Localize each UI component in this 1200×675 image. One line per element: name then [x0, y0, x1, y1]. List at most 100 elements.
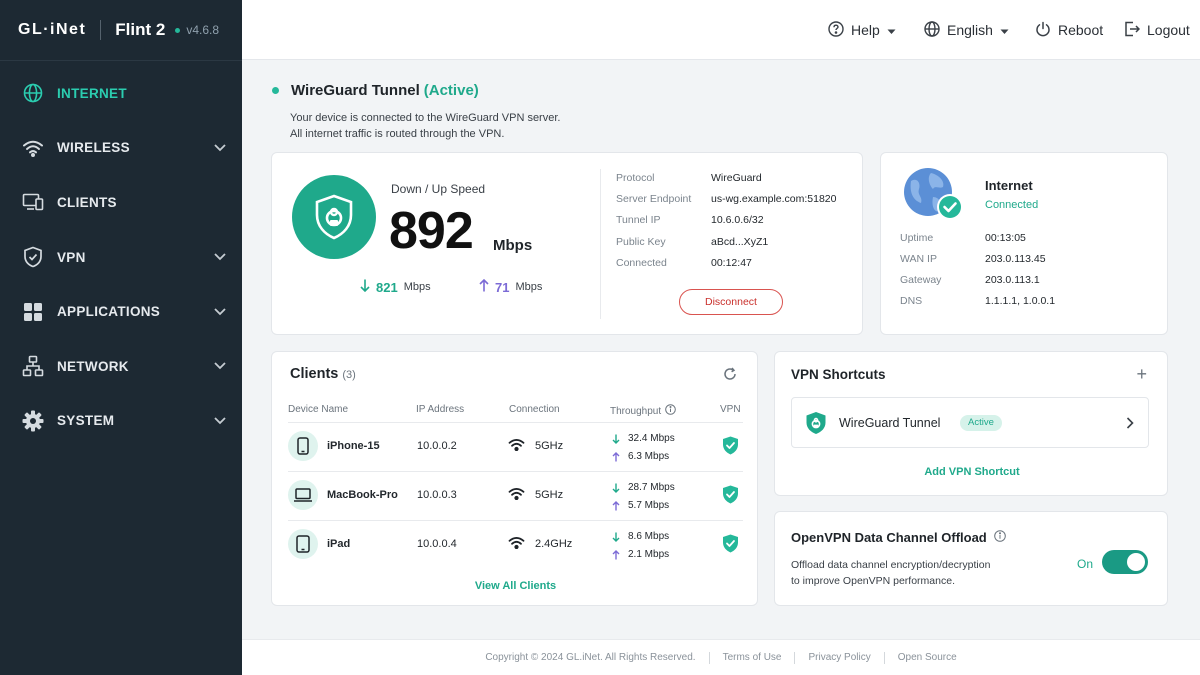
sidebar-item-internet[interactable]: INTERNET: [0, 66, 242, 121]
chevron-down-icon: [214, 303, 226, 321]
globe-icon: [22, 82, 44, 104]
shortcut-name: WireGuard Tunnel: [839, 416, 941, 430]
vpn-shield-check-icon: [722, 485, 739, 509]
internet-card: Internet Connected Uptime 00:13:05 WAN I…: [880, 152, 1168, 335]
help-icon: [828, 20, 844, 40]
speed-value: 892: [389, 202, 474, 260]
client-ip: 10.0.0.2: [417, 440, 457, 452]
sidebar-item-label: INTERNET: [57, 85, 127, 101]
globe-icon: [924, 20, 940, 40]
internet-title: Internet: [985, 178, 1033, 193]
wifi-icon: [508, 487, 525, 505]
download-unit: Mbps: [403, 281, 431, 293]
disconnect-button[interactable]: Disconnect: [679, 289, 783, 315]
sidebar-item-clients[interactable]: CLIENTS: [0, 175, 242, 230]
throughput-down-value: 32.4 Mbps: [628, 433, 675, 444]
detail-label: Server Endpoint: [616, 193, 692, 205]
chevron-down-icon: [214, 357, 226, 375]
ovpn-desc-line: Offload data channel encryption/decrypti…: [791, 559, 991, 571]
tablet-icon: [288, 529, 318, 559]
throughput-down-value: 28.7 Mbps: [628, 482, 675, 493]
detail-value: 203.0.113.45: [985, 253, 1046, 265]
detail-label: DNS: [900, 295, 923, 307]
sidebar-item-vpn[interactable]: VPN: [0, 230, 242, 285]
view-all-clients-link[interactable]: View All Clients: [272, 580, 759, 592]
detail-label: Gateway: [900, 274, 942, 286]
detail-label: Connected: [616, 257, 667, 269]
refresh-icon[interactable]: [723, 367, 737, 386]
network-icon: [22, 355, 44, 377]
upload-value: 71: [495, 279, 510, 295]
vpn-shortcuts-card: VPN Shortcuts + WireGuard Tunnel Active …: [774, 351, 1168, 496]
ovpn-description: Offload data channel encryption/decrypti…: [791, 557, 1031, 589]
column-header: Device Name: [288, 404, 349, 415]
table-row[interactable]: iPhone-15 10.0.0.2 5GHz 32.4 Mbps 6.3 Mb…: [272, 422, 759, 471]
add-icon[interactable]: +: [1136, 365, 1147, 383]
sidebar-item-label: VPN: [57, 249, 86, 265]
toggle-knob: [1127, 553, 1145, 571]
wifi-icon: [508, 438, 525, 456]
clients-card: Clients (3) Device Name IP Address Connec…: [271, 351, 758, 606]
throughput-down: 32.4 Mbps: [612, 430, 675, 448]
toggle-state-label: On: [1077, 557, 1094, 571]
help-menu[interactable]: Help: [828, 0, 896, 60]
table-row[interactable]: MacBook-Pro 10.0.0.3 5GHz 28.7 Mbps 5.7 …: [272, 471, 759, 520]
sidebar-item-label: APPLICATIONS: [57, 304, 161, 320]
devices-icon: [22, 191, 44, 213]
version-dot: [175, 27, 181, 33]
open-source-link[interactable]: Open Source: [898, 652, 957, 663]
footer: Copyright © 2024 GL.iNet. All Rights Res…: [242, 639, 1200, 675]
throughput-up-value: 5.7 Mbps: [628, 500, 670, 511]
logout-icon: [1124, 21, 1141, 40]
internet-status: Connected: [985, 199, 1039, 211]
detail-value: 00:12:47: [711, 257, 752, 269]
privacy-link[interactable]: Privacy Policy: [808, 652, 870, 663]
throughput-up: 6.3 Mbps: [612, 448, 675, 466]
info-icon[interactable]: [665, 404, 676, 418]
shortcut-item-wireguard[interactable]: WireGuard Tunnel Active: [791, 397, 1149, 448]
detail-value: WireGuard: [711, 172, 762, 184]
topbar: Help English Reboot Logout: [242, 0, 1200, 60]
phone-icon: [288, 431, 318, 461]
wifi-icon: [22, 137, 44, 159]
client-ip: 10.0.0.4: [417, 538, 457, 550]
logout-label: Logout: [1147, 22, 1190, 38]
column-header: Connection: [509, 404, 560, 415]
reboot-button[interactable]: Reboot: [1035, 0, 1103, 60]
sidebar-item-network[interactable]: NETWORK: [0, 339, 242, 394]
power-icon: [1035, 21, 1051, 40]
throughput-up: 2.1 Mbps: [612, 546, 669, 564]
add-vpn-shortcut-link[interactable]: Add VPN Shortcut: [775, 466, 1169, 478]
sidebar-nav: INTERNET WIRELESS CLIENTS VPN APPLICATIO…: [0, 66, 242, 448]
language-menu[interactable]: English: [924, 0, 1009, 60]
throughput-down: 8.6 Mbps: [612, 528, 669, 546]
vpn-shield-icon: [805, 411, 827, 440]
sidebar: GL·iNet Flint 2 v4.6.8 INTERNET WIRELESS…: [0, 0, 242, 675]
grid-icon: [22, 301, 44, 323]
table-row[interactable]: iPad 10.0.0.4 2.4GHz 8.6 Mbps 2.1 Mbps: [272, 520, 759, 569]
ovpn-title-text: OpenVPN Data Channel Offload: [791, 530, 987, 545]
arrow-up-icon: [479, 278, 489, 295]
offload-toggle[interactable]: [1102, 550, 1148, 574]
sidebar-item-system[interactable]: SYSTEM: [0, 394, 242, 449]
caret-down-icon: [1000, 22, 1009, 38]
brand-header: GL·iNet Flint 2 v4.6.8: [0, 0, 242, 61]
sidebar-item-wireless[interactable]: WIRELESS: [0, 121, 242, 176]
sidebar-item-label: SYSTEM: [57, 413, 115, 429]
status-description: Your device is connected to the WireGuar…: [290, 110, 560, 142]
client-throughput: 32.4 Mbps 6.3 Mbps: [612, 430, 675, 466]
logout-button[interactable]: Logout: [1124, 0, 1190, 60]
status-dot: [272, 87, 279, 94]
terms-link[interactable]: Terms of Use: [723, 652, 782, 663]
info-icon[interactable]: [993, 530, 1006, 545]
logo[interactable]: GL·iNet: [18, 21, 86, 39]
shortcuts-title: VPN Shortcuts: [791, 367, 886, 382]
caret-down-icon: [887, 22, 896, 38]
status-desc-line: Your device is connected to the WireGuar…: [290, 112, 561, 124]
client-throughput: 8.6 Mbps 2.1 Mbps: [612, 528, 669, 564]
vpn-lock-icon: [315, 194, 353, 240]
sidebar-item-applications[interactable]: APPLICATIONS: [0, 284, 242, 339]
throughput-up: 5.7 Mbps: [612, 497, 675, 515]
router-model: Flint 2: [115, 20, 166, 39]
detail-label: Protocol: [616, 172, 655, 184]
